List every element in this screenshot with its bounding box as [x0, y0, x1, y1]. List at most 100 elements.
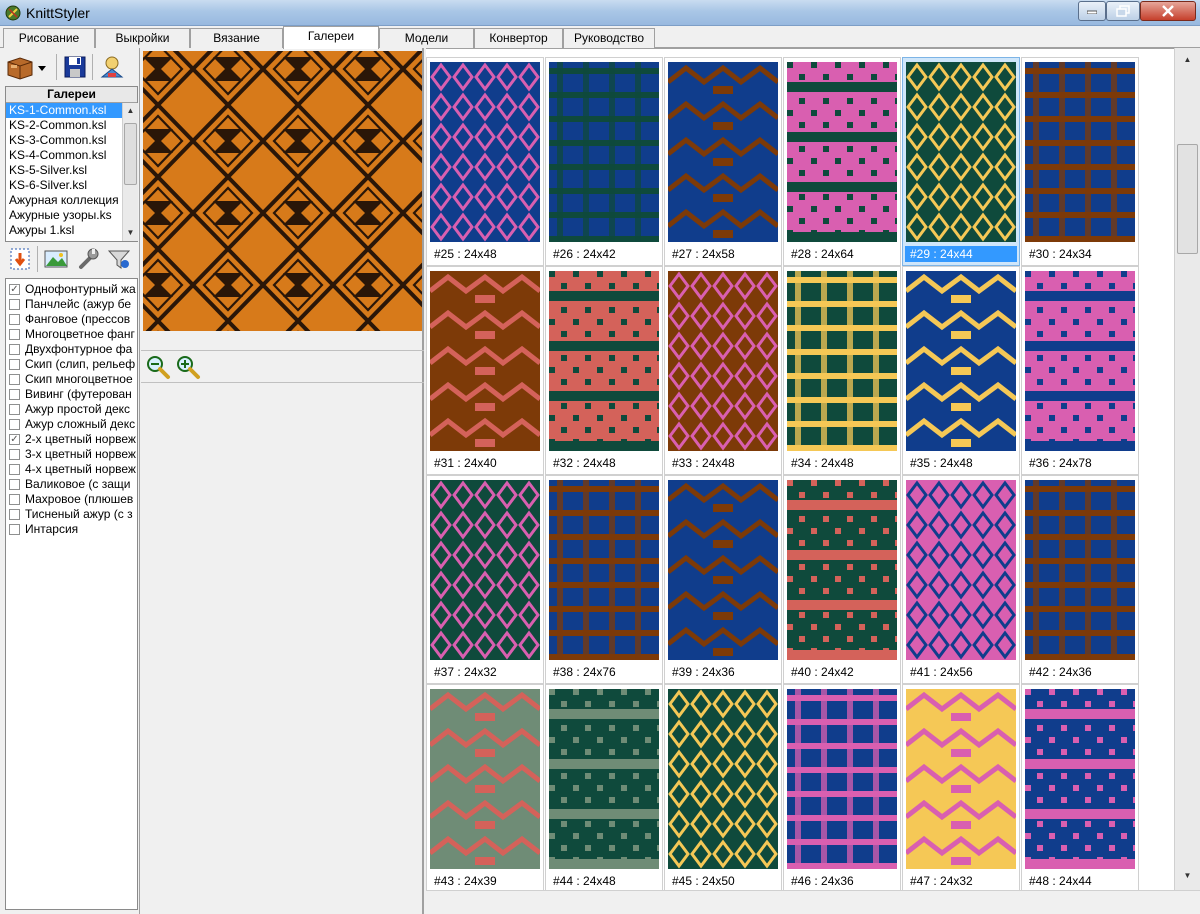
galleries-scrollbar[interactable]: ▲ ▼	[122, 103, 138, 241]
app-icon	[5, 5, 21, 21]
filter-icon[interactable]	[106, 246, 132, 272]
checkbox[interactable]	[9, 449, 20, 460]
pattern-thumbnail[interactable]: #38 : 24x76	[545, 475, 663, 684]
pattern-thumbnail[interactable]: #30 : 24x34	[1021, 57, 1139, 266]
technique-type-item[interactable]: Двухфонтурное фа	[6, 342, 137, 357]
dropdown-arrow-icon[interactable]	[36, 53, 48, 81]
pattern-thumbnail[interactable]: #34 : 24x48	[783, 266, 901, 475]
checkbox[interactable]	[9, 389, 20, 400]
wrench-icon[interactable]	[75, 246, 101, 272]
technique-type-item[interactable]: Вивинг (футерован	[6, 387, 137, 402]
checkbox[interactable]	[9, 524, 20, 535]
technique-type-item[interactable]: Интарсия	[6, 522, 137, 537]
scroll-up-icon[interactable]: ▲	[123, 103, 138, 119]
technique-type-item[interactable]: 3-х цветный норвеж	[6, 447, 137, 462]
gallery-item[interactable]: KS-4-Common.ksl	[6, 148, 122, 163]
tab-galleries[interactable]: Галереи	[283, 26, 379, 49]
pattern-thumbnail[interactable]: #44 : 24x48	[545, 684, 663, 893]
pattern-thumbnail[interactable]: #27 : 24x58	[664, 57, 782, 266]
technique-type-item[interactable]: Многоцветное фанг	[6, 327, 137, 342]
tab-drawing[interactable]: Рисование	[3, 28, 95, 48]
gallery-item[interactable]: Ажуры 1.ksl	[6, 223, 122, 238]
gallery-scrollbar[interactable]: ▲ ▼	[1174, 48, 1200, 890]
gallery-item[interactable]: KS-1-Common.ksl	[6, 103, 122, 118]
scroll-up-icon[interactable]: ▲	[1175, 52, 1200, 68]
pattern-thumbnail[interactable]: #48 : 24x44	[1021, 684, 1139, 893]
technique-type-item[interactable]: Ажур сложный декс	[6, 417, 137, 432]
gallery-item[interactable]: KS-3-Common.ksl	[6, 133, 122, 148]
open-menu-icon[interactable]	[4, 53, 36, 81]
checkbox[interactable]	[9, 464, 20, 475]
pattern-thumbnail[interactable]: #33 : 24x48	[664, 266, 782, 475]
technique-type-item[interactable]: ✓ Однофонтурный жа	[6, 282, 137, 297]
pattern-thumbnail[interactable]: #41 : 24x56	[902, 475, 1020, 684]
pattern-thumbnail[interactable]: #40 : 24x42	[783, 475, 901, 684]
galleries-list[interactable]: KS-1-Common.ksl KS-2-Common.ksl KS-3-Com…	[6, 103, 122, 241]
pattern-thumbnail[interactable]: #32 : 24x48	[545, 266, 663, 475]
checkbox[interactable]	[9, 509, 20, 520]
pattern-thumbnail[interactable]: #43 : 24x39	[426, 684, 544, 893]
pattern-thumbnail[interactable]: #31 : 24x40	[426, 266, 544, 475]
technique-type-item[interactable]: 4-х цветный норвеж	[6, 462, 137, 477]
technique-type-item[interactable]: Тисненый ажур (с з	[6, 507, 137, 522]
pattern-thumbnail[interactable]: #46 : 24x36	[783, 684, 901, 893]
pattern-thumbnail[interactable]: #25 : 24x48	[426, 57, 544, 266]
gallery-item[interactable]: KS-6-Silver.ksl	[6, 178, 122, 193]
close-icon	[1162, 5, 1174, 17]
maximize-button[interactable]	[1106, 1, 1140, 21]
import-icon[interactable]	[8, 246, 32, 272]
checkbox[interactable]	[9, 494, 20, 505]
tab-knitting[interactable]: Вязание	[190, 28, 283, 48]
galleries-scroll-thumb[interactable]	[124, 123, 137, 185]
close-button[interactable]	[1140, 1, 1196, 21]
pattern-thumbnail[interactable]: #29 : 24x44	[902, 57, 1020, 266]
checkbox[interactable]	[9, 299, 20, 310]
technique-type-item[interactable]: Скип (слип, рельеф	[6, 357, 137, 372]
minimize-icon	[1087, 10, 1097, 14]
checkbox[interactable]	[9, 359, 20, 370]
pattern-thumbnail[interactable]: #39 : 24x36	[664, 475, 782, 684]
pattern-label: #39 : 24x36	[672, 665, 735, 679]
checkbox[interactable]	[9, 419, 20, 430]
print-preview-icon[interactable]	[98, 53, 126, 81]
gallery-scroll-thumb[interactable]	[1177, 144, 1198, 254]
scroll-down-icon[interactable]: ▼	[123, 225, 138, 241]
technique-type-item[interactable]: Фанговое (прессов	[6, 312, 137, 327]
technique-type-item[interactable]: Скип многоцветное	[6, 372, 137, 387]
zoom-out-icon[interactable]	[144, 353, 172, 381]
pattern-thumbnail[interactable]: #42 : 24x36	[1021, 475, 1139, 684]
checkbox[interactable]	[9, 329, 20, 340]
tab-models[interactable]: Модели	[379, 28, 474, 48]
technique-type-item[interactable]: Махровое (плюшев	[6, 492, 137, 507]
gallery-item[interactable]: Ажурные узоры.ks	[6, 208, 122, 223]
technique-type-item[interactable]: ✓ 2-х цветный норвеж	[6, 432, 137, 447]
technique-type-item[interactable]: Ажур простой декс	[6, 402, 137, 417]
gallery-item[interactable]: Ажурная коллекция	[6, 193, 122, 208]
pattern-thumbnail[interactable]: #47 : 24x32	[902, 684, 1020, 893]
scroll-down-icon[interactable]: ▼	[1175, 868, 1200, 884]
pattern-thumbnail[interactable]: #45 : 24x50	[664, 684, 782, 893]
pattern-thumbnail[interactable]: #37 : 24x32	[426, 475, 544, 684]
technique-type-item[interactable]: Валиковое (с защи	[6, 477, 137, 492]
checkbox[interactable]	[9, 344, 20, 355]
pattern-thumbnail[interactable]: #26 : 24x42	[545, 57, 663, 266]
minimize-button[interactable]	[1078, 1, 1106, 21]
checkbox[interactable]	[9, 374, 20, 385]
pattern-thumbnail[interactable]: #28 : 24x64	[783, 57, 901, 266]
pattern-thumbnail[interactable]: #35 : 24x48	[902, 266, 1020, 475]
save-icon[interactable]	[62, 53, 88, 81]
gallery-item[interactable]: KS-5-Silver.ksl	[6, 163, 122, 178]
pattern-thumbnail[interactable]: #36 : 24x78	[1021, 266, 1139, 475]
tab-patterns[interactable]: Выкройки	[95, 28, 190, 48]
image-icon[interactable]	[43, 246, 69, 272]
checkbox[interactable]: ✓	[9, 434, 20, 445]
technique-type-item[interactable]: Панчлейс (ажур бе	[6, 297, 137, 312]
tab-converter[interactable]: Конвертор	[474, 28, 563, 48]
checkbox[interactable]	[9, 479, 20, 490]
tab-manual[interactable]: Руководство	[563, 28, 655, 48]
gallery-item[interactable]: KS-2-Common.ksl	[6, 118, 122, 133]
zoom-in-icon[interactable]	[174, 353, 202, 381]
checkbox[interactable]	[9, 314, 20, 325]
checkbox[interactable]	[9, 404, 20, 415]
checkbox[interactable]: ✓	[9, 284, 20, 295]
